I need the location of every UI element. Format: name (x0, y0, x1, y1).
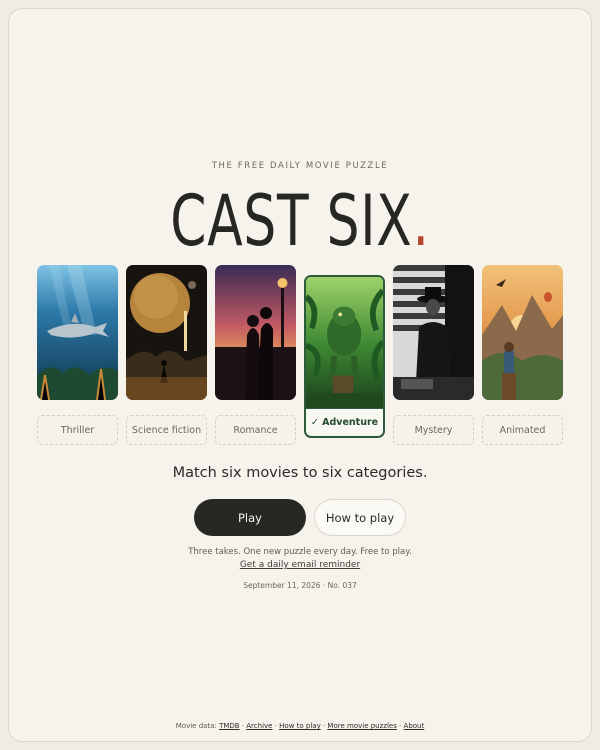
footer-link-how-to-play[interactable]: How to play (279, 722, 321, 730)
shark-poster-image (37, 265, 118, 400)
instructions-text: Match six movies to six categories. (172, 465, 428, 481)
title-dot: . (412, 180, 430, 262)
explorer-poster-image (482, 265, 563, 400)
category-thriller[interactable]: Thriller (37, 415, 118, 445)
category-romance[interactable]: Romance (215, 415, 296, 445)
footer-link-archive[interactable]: Archive (246, 722, 272, 730)
play-button[interactable]: Play (194, 499, 306, 536)
poster-card-dinosaur[interactable] (304, 275, 385, 410)
email-reminder-link[interactable]: Get a daily email reminder (240, 560, 360, 570)
page-title: CAST SIX. (85, 179, 516, 263)
detective-poster-image (393, 265, 474, 400)
footer-link-tmdb[interactable]: TMDB (219, 722, 240, 730)
footer-sep: · (396, 722, 404, 730)
footer-link-about[interactable]: About (404, 722, 425, 730)
category-adventure[interactable]: ✓ Adventure (304, 408, 385, 438)
category-animated[interactable]: Animated (482, 415, 563, 445)
poster-card-explorer[interactable] (482, 265, 563, 400)
puzzle-date: September 11, 2026 · No. 037 (243, 581, 357, 590)
footer-link-more-puzzles[interactable]: More movie puzzles (327, 722, 396, 730)
couple-poster-image (215, 265, 296, 400)
title-text: CAST SIX (170, 180, 413, 262)
category-mystery[interactable]: Mystery (393, 415, 474, 445)
poster-card-couple[interactable] (215, 265, 296, 400)
poster-card-detective[interactable] (393, 265, 474, 400)
poster-card-shark[interactable] (37, 265, 118, 400)
eyebrow: THE FREE DAILY MOVIE PUZZLE (211, 161, 389, 171)
footer-prefix: Movie data: (175, 722, 217, 730)
planet-poster-image (126, 265, 207, 400)
reminder-row: Get a daily email reminder (0, 560, 600, 570)
poster-row: Thriller Science fiction Romance ✓ Adven… (0, 265, 600, 445)
tagline: Three takes. One new puzzle every day. F… (188, 547, 412, 557)
poster-card-planet[interactable] (126, 265, 207, 400)
footer: Movie data: TMDB · Archive · How to play… (0, 722, 600, 730)
category-science-fiction[interactable]: Science fiction (126, 415, 207, 445)
how-to-play-button[interactable]: How to play (314, 499, 406, 536)
dinosaur-poster-image (306, 277, 383, 410)
